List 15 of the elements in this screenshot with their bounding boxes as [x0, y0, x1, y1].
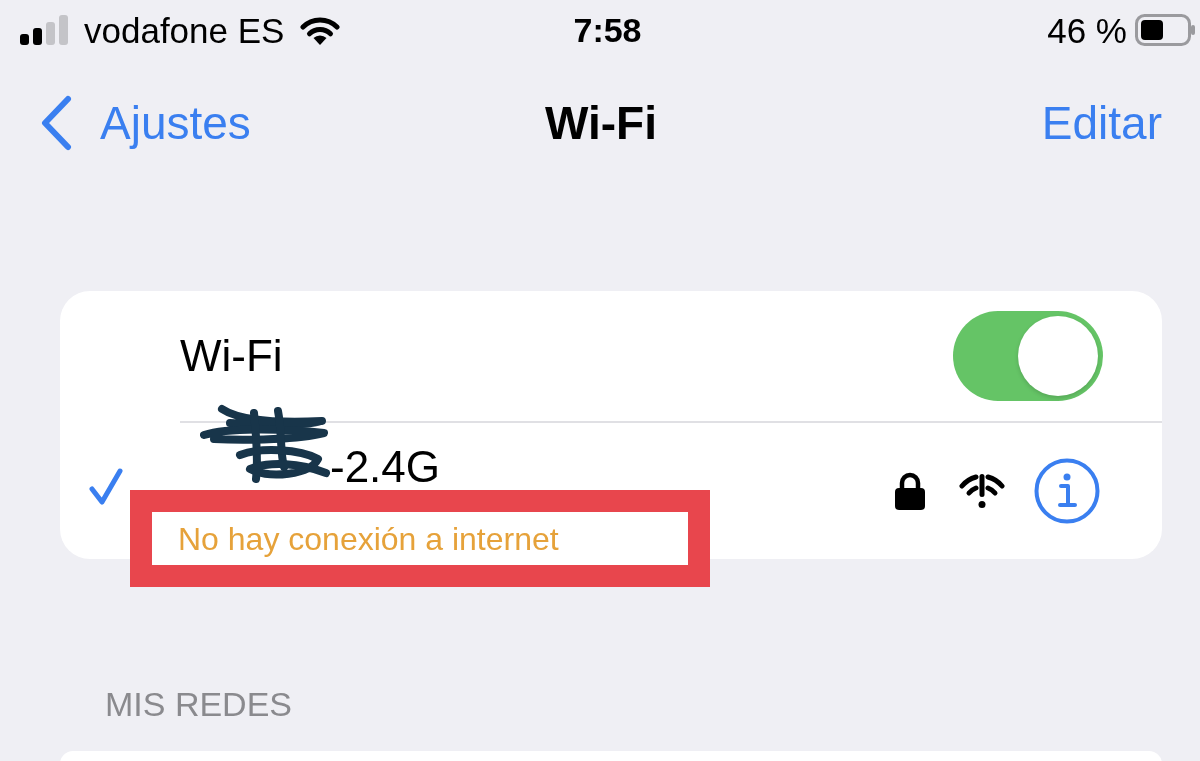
signal-icon — [20, 15, 68, 45]
info-icon[interactable] — [1034, 458, 1100, 524]
clock-time: 7:58 — [573, 13, 642, 47]
back-chevron-icon[interactable] — [40, 95, 72, 151]
wifi-exclamation-icon — [959, 473, 1005, 509]
connection-status: No hay conexión a internet — [178, 522, 559, 555]
section-header: MIS REDES — [105, 687, 293, 721]
carrier-name: vodafone ES — [84, 12, 285, 48]
wifi-icon — [300, 15, 341, 45]
page-title: Wi-Fi — [545, 100, 657, 146]
network-name: -2.4G — [330, 445, 441, 489]
wifi-label: Wi-Fi — [180, 334, 283, 378]
edit-button[interactable]: Editar — [1041, 100, 1162, 146]
battery-percent: 46 % — [1047, 12, 1127, 48]
battery-icon — [1135, 14, 1195, 46]
